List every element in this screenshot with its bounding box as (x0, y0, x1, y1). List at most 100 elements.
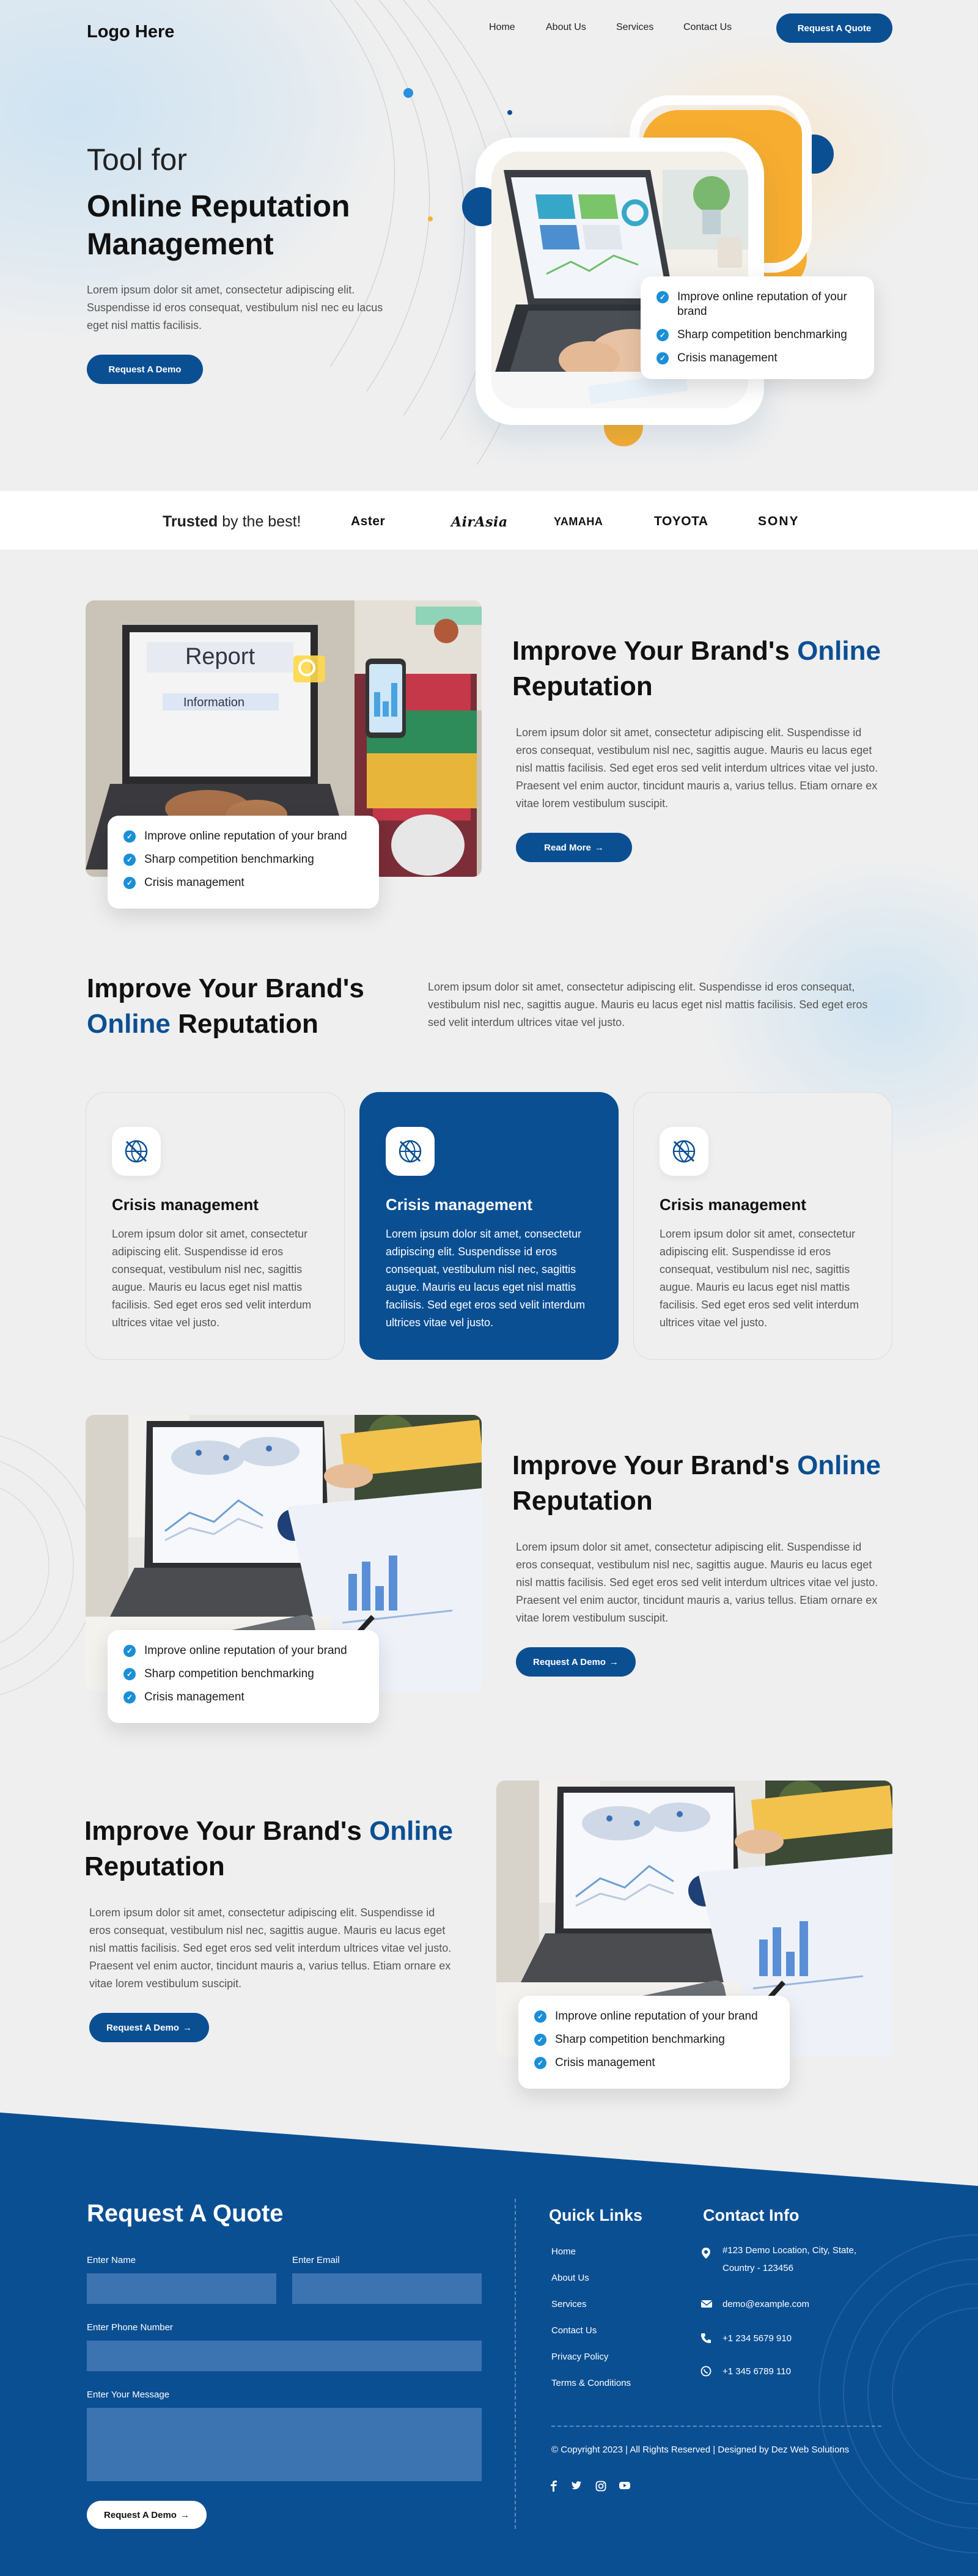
globe-slash-icon (386, 1127, 435, 1176)
footer-divider (515, 2199, 516, 2529)
check-icon: ✓ (123, 854, 136, 866)
check-icon: ✓ (123, 1691, 136, 1703)
feature3-request-demo-button[interactable]: Request A Demo (89, 2013, 209, 2042)
copyright-text: © Copyright 2023 | All Rights Reserved |… (551, 2445, 850, 2455)
footer-link-terms[interactable]: Terms & Conditions (551, 2378, 631, 2388)
message-label: Enter Your Message (87, 2390, 170, 2400)
footer-separator (551, 2426, 881, 2427)
check-icon: ✓ (656, 291, 669, 303)
service-card-title: Crisis management (660, 1195, 806, 1214)
feature1-description: Lorem ipsum dolor sit amet, consectetur … (516, 726, 878, 810)
service-card-title: Crisis management (112, 1195, 259, 1214)
footer-link-services[interactable]: Services (551, 2299, 587, 2309)
checklist-item: ✓ Crisis management (123, 1690, 363, 1705)
submit-request-demo-button[interactable]: Request A Demo (87, 2501, 207, 2529)
contact-email-link[interactable]: demo@example.com (722, 2295, 809, 2313)
hero-title: Online Reputation Management (87, 189, 350, 261)
name-input[interactable] (87, 2273, 276, 2304)
feature3-checklist-card: ✓ Improve online reputation of your brand… (518, 1996, 790, 2089)
check-icon: ✓ (534, 2057, 546, 2069)
checklist-item: ✓ Sharp competition benchmarking (123, 1667, 363, 1681)
brand-logo-aster: Aster (351, 514, 386, 528)
service-card-title: Crisis management (386, 1195, 532, 1214)
brand-logo-toyota: TOYOTA (654, 514, 708, 528)
email-label: Enter Email (292, 2255, 340, 2265)
phone-icon (700, 2333, 711, 2347)
feature1-checklist-card: ✓ Improve online reputation of your brand… (108, 816, 379, 909)
service-card[interactable]: Crisis management Lorem ipsum dolor sit … (633, 1092, 892, 1360)
nav-contact-us[interactable]: Contact Us (683, 22, 732, 33)
brand-logo-sony: SONY (758, 514, 800, 528)
feature2-request-demo-button[interactable]: Request A Demo (516, 1647, 636, 1677)
read-more-button[interactable]: Read More (516, 833, 632, 862)
request-quote-button[interactable]: Request A Quote (776, 13, 892, 43)
checklist-item: ✓ Crisis management (123, 876, 363, 890)
checklist-item: ✓ Improve online reputation of your brand (534, 2009, 774, 2024)
check-icon: ✓ (656, 352, 669, 364)
feature1-title: Improve Your Brand's Online Reputation (512, 636, 881, 701)
service-card-active[interactable]: Crisis management Lorem ipsum dolor sit … (359, 1092, 619, 1360)
email-input[interactable] (292, 2273, 482, 2304)
checklist-item: ✓ Crisis management (656, 351, 858, 366)
photo-screen-text: Information (183, 696, 244, 709)
feature2-title: Improve Your Brand's Online Reputation (512, 1450, 881, 1516)
footer-link-home[interactable]: Home (551, 2246, 576, 2257)
facebook-icon[interactable] (550, 2481, 557, 2495)
whatsapp-icon (700, 2366, 711, 2380)
nav-about-us[interactable]: About Us (546, 22, 586, 33)
hero-eyebrow: Tool for (87, 142, 187, 177)
nav-services[interactable]: Services (616, 22, 653, 33)
quick-links-title: Quick Links (549, 2206, 643, 2224)
trusted-brands-bar: Trusted by the best! Aster AirAsia YAMAH… (0, 491, 978, 550)
feature2-checklist-card: ✓ Improve online reputation of your brand… (108, 1630, 379, 1723)
decor-dot (507, 110, 512, 115)
checklist-item: ✓ Improve online reputation of your brand (123, 829, 363, 844)
contact-info-title: Contact Info (703, 2206, 800, 2224)
twitter-icon[interactable] (571, 2481, 582, 2493)
hero-checklist-card: ✓ Improve online reputation of your brand… (641, 276, 874, 379)
footer-link-about-us[interactable]: About Us (551, 2273, 589, 2283)
quote-form-title: Request A Quote (87, 2200, 284, 2227)
youtube-icon[interactable] (619, 2481, 631, 2493)
checklist-item: ✓ Sharp competition benchmarking (534, 2032, 774, 2047)
footer-link-contact-us[interactable]: Contact Us (551, 2325, 597, 2336)
check-icon: ✓ (123, 877, 136, 889)
decor-dot (428, 216, 433, 221)
checklist-item: ✓ Sharp competition benchmarking (123, 852, 363, 867)
check-icon: ✓ (656, 329, 669, 341)
checklist-item: ✓ Improve online reputation of your brand (656, 290, 858, 319)
phone-input[interactable] (87, 2341, 482, 2371)
instagram-icon[interactable] (595, 2481, 606, 2495)
service-card-text: Lorem ipsum dolor sit amet, consectetur … (660, 1228, 859, 1329)
contact-phone-link[interactable]: +1 234 5679 910 (722, 2330, 792, 2347)
feature3-description: Lorem ipsum dolor sit amet, consectetur … (89, 1906, 452, 1990)
message-textarea[interactable] (87, 2408, 482, 2481)
check-icon: ✓ (123, 1645, 136, 1657)
services-title: Improve Your Brand's Online Reputation (87, 973, 364, 1039)
globe-slash-icon (660, 1127, 708, 1176)
feature3-title: Improve Your Brand's Online Reputation (84, 1816, 453, 1881)
globe-slash-icon (112, 1127, 161, 1176)
brand-logo-airasia: AirAsia (451, 514, 508, 530)
location-pin-icon (700, 2247, 711, 2262)
check-icon: ✓ (534, 2034, 546, 2046)
check-icon: ✓ (123, 1668, 136, 1680)
photo-screen-text: Report (185, 644, 255, 670)
hero-request-demo-button[interactable]: Request A Demo (87, 355, 203, 384)
footer-link-privacy-policy[interactable]: Privacy Policy (551, 2352, 608, 2362)
email-icon (700, 2299, 713, 2312)
service-card-text: Lorem ipsum dolor sit amet, consectetur … (112, 1228, 312, 1329)
check-icon: ✓ (123, 830, 136, 843)
name-label: Enter Name (87, 2255, 136, 2265)
nav-home[interactable]: Home (489, 22, 515, 33)
checklist-item: ✓ Improve online reputation of your brand (123, 1644, 363, 1658)
hero-section: Logo Here Home About Us Services Contact… (0, 0, 978, 489)
feature2-description: Lorem ipsum dolor sit amet, consectetur … (516, 1541, 878, 1624)
decor-dot (403, 88, 413, 98)
logo[interactable]: Logo Here (87, 22, 174, 42)
contact-whatsapp-link[interactable]: +1 345 6789 110 (722, 2363, 791, 2380)
brand-logo-yamaha: YAMAHA (554, 515, 603, 528)
services-description: Lorem ipsum dolor sit amet, consectetur … (428, 981, 868, 1028)
service-card[interactable]: Crisis management Lorem ipsum dolor sit … (86, 1092, 345, 1360)
service-card-text: Lorem ipsum dolor sit amet, consectetur … (386, 1228, 586, 1329)
